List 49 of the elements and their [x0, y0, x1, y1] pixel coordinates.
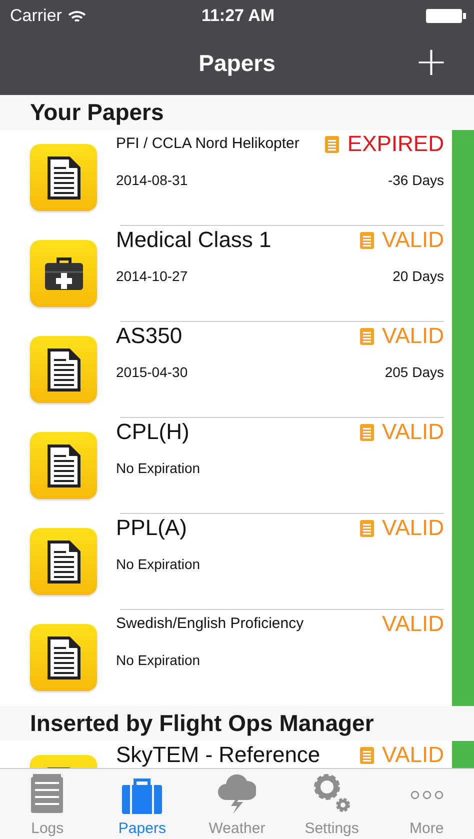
paper-row[interactable]: AS350 VALID 2015-04-30 205 Days — [0, 322, 444, 418]
expiry-date: 2014-08-31 — [116, 172, 188, 188]
paper-row[interactable]: Medical Class 1 VALID 2014-10-27 20 Days — [0, 226, 444, 322]
medical-kit-icon — [44, 256, 84, 290]
section-header: Your Papers — [0, 95, 474, 130]
paper-title: CPL(H) — [116, 421, 190, 443]
notepad-icon — [30, 774, 64, 814]
gears-icon — [312, 772, 352, 814]
more-icon — [410, 790, 444, 800]
paper-row[interactable]: PFI / CCLA Nord Helikopter EXPIRED 2014-08-31 -36 Days — [0, 130, 444, 226]
expiry-date: 2015-04-30 — [116, 364, 188, 380]
document-icon — [46, 348, 80, 392]
days-left: -36 Days — [388, 172, 444, 188]
cloud-lightning-icon — [218, 774, 256, 814]
paper-title: Swedish/English Proficiency — [116, 614, 304, 634]
document-icon — [46, 444, 80, 488]
paper-row[interactable]: Swedish/English Proficiency VALID No Expiration — [0, 610, 444, 706]
nav-title: Papers — [198, 50, 276, 77]
paper-row[interactable]: CPL(H) VALID No Expiration — [0, 418, 444, 514]
status-label: VALID — [382, 421, 444, 443]
wifi-icon — [68, 10, 86, 22]
tab-item[interactable]: Papers — [94, 769, 190, 839]
status-label: VALID — [382, 517, 444, 539]
document-icon — [46, 540, 80, 584]
section-header: Inserted by Flight Ops Manager — [0, 706, 474, 741]
expiry-date: 2014-10-27 — [116, 268, 188, 284]
expiry-date: No Expiration — [116, 556, 200, 572]
carrier-label: Carrier — [10, 6, 62, 26]
paper-title: AS350 — [116, 325, 182, 347]
paper-row[interactable]: PPL(A) VALID No Expiration — [0, 514, 444, 610]
status-label: VALID — [382, 613, 444, 635]
status-label: VALID — [382, 229, 444, 251]
expiry-date: No Expiration — [116, 460, 200, 476]
briefcase-icon — [122, 778, 162, 814]
document-icon — [46, 156, 80, 200]
add-button[interactable]: + — [414, 40, 448, 84]
status-label: EXPIRED — [347, 133, 444, 155]
paper-title: SkyTEM - Reference — [116, 744, 320, 766]
status-time: 11:27 AM — [201, 6, 275, 26]
paper-title: Medical Class 1 — [116, 229, 272, 251]
days-left: 20 Days — [392, 268, 444, 284]
status-label: VALID — [382, 744, 444, 766]
paper-title: PFI / CCLA Nord Helikopter — [116, 134, 300, 154]
document-icon — [46, 636, 80, 680]
status-label: VALID — [382, 325, 444, 347]
expiry-date: No Expiration — [116, 652, 200, 668]
days-left: 205 Days — [384, 364, 444, 380]
battery-icon — [426, 9, 466, 23]
paper-title: PPL(A) — [116, 517, 187, 539]
